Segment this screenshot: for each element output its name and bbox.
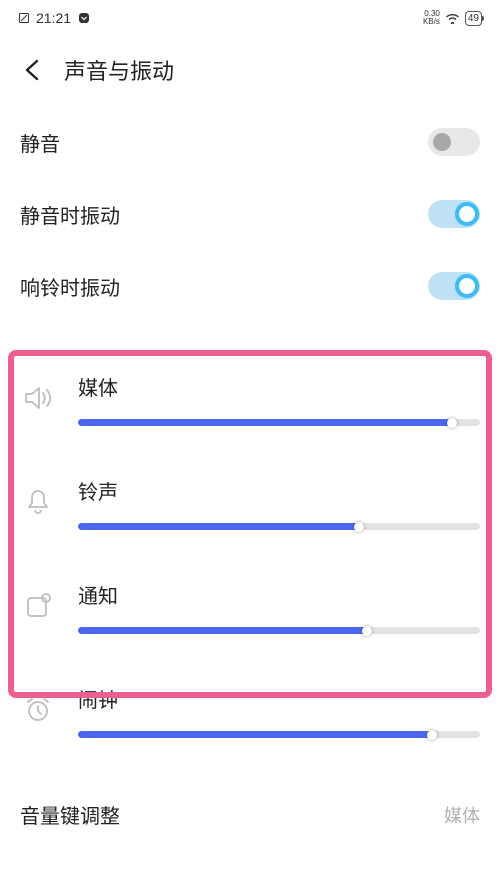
alarm-volume-row: 闹钟 — [20, 672, 480, 738]
alarm-clock-icon — [20, 692, 56, 728]
volume-key-adjust-label: 音量键调整 — [20, 800, 120, 829]
notification-icon — [20, 588, 56, 624]
vibrate-on-ring-toggle[interactable] — [428, 272, 480, 300]
volume-key-adjust-value: 媒体 — [444, 802, 480, 828]
page-header: 声音与振动 — [0, 32, 500, 106]
vibrate-on-ring-label: 响铃时振动 — [20, 272, 120, 301]
volume-key-adjust-row[interactable]: 音量键调整 媒体 — [20, 776, 480, 829]
media-volume-slider[interactable] — [78, 419, 480, 426]
ringtone-volume-slider[interactable] — [78, 523, 480, 530]
page-title: 声音与振动 — [64, 54, 174, 86]
status-bar: 21:21 0.30 KB/s 49 — [0, 0, 500, 32]
alarm-volume-label: 闹钟 — [78, 684, 480, 713]
volume-sliders-section: 媒体 铃声 — [20, 360, 480, 738]
no-sim-icon — [18, 12, 30, 24]
app-drawer-icon — [77, 11, 91, 25]
speaker-icon — [20, 380, 56, 416]
network-speed: 0.30 KB/s — [423, 10, 440, 26]
alarm-volume-slider[interactable] — [78, 731, 480, 738]
vibrate-on-ring-row: 响铃时振动 — [20, 250, 480, 322]
vibrate-on-mute-label: 静音时振动 — [20, 200, 120, 229]
mute-toggle[interactable] — [428, 128, 480, 156]
mute-row: 静音 — [20, 106, 480, 178]
media-volume-label: 媒体 — [78, 372, 480, 401]
status-time: 21:21 — [36, 10, 71, 26]
ringtone-volume-label: 铃声 — [78, 476, 480, 505]
bell-icon — [20, 484, 56, 520]
notification-volume-slider[interactable] — [78, 627, 480, 634]
back-button[interactable] — [20, 57, 46, 83]
vibrate-on-mute-row: 静音时振动 — [20, 178, 480, 250]
mute-label: 静音 — [20, 128, 60, 157]
ringtone-volume-row: 铃声 — [20, 464, 480, 530]
media-volume-row: 媒体 — [20, 360, 480, 426]
battery-icon: 49 — [465, 11, 482, 26]
notification-volume-label: 通知 — [78, 580, 480, 609]
notification-volume-row: 通知 — [20, 568, 480, 634]
vibrate-on-mute-toggle[interactable] — [428, 200, 480, 228]
wifi-icon — [445, 12, 460, 24]
